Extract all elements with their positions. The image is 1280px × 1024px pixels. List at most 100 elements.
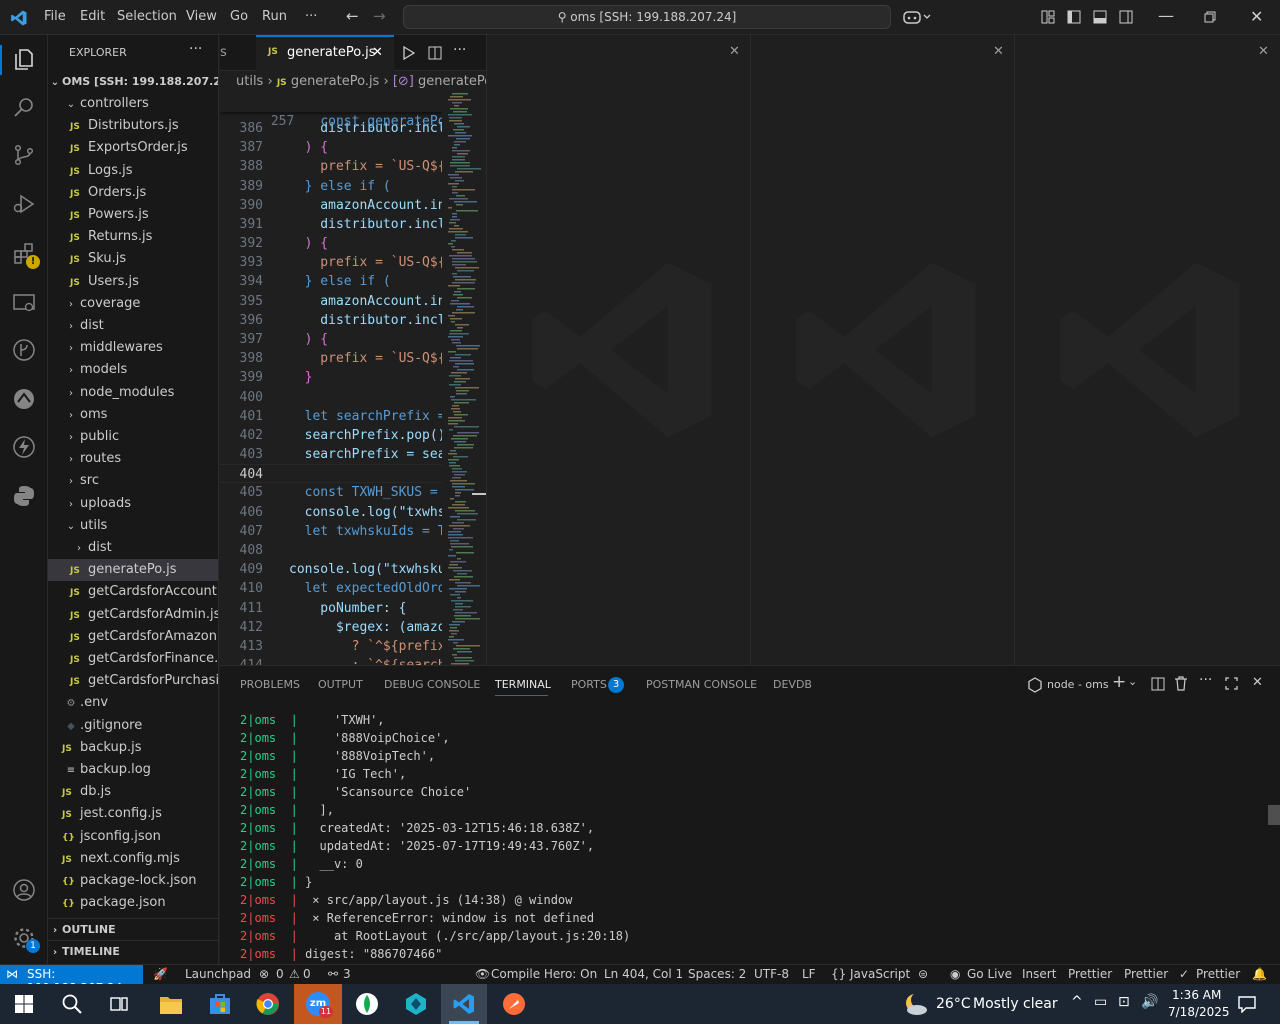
tree-item[interactable]: JS generatePo.js bbox=[48, 559, 218, 582]
tree-item[interactable]: JS Distributors.js bbox=[48, 115, 218, 137]
code-line[interactable]: 397 ) { bbox=[220, 330, 442, 349]
tree-item[interactable]: › coverage bbox=[48, 293, 218, 315]
tree-item[interactable]: {} jsconfig.json bbox=[48, 826, 218, 848]
tree-item[interactable]: JS getCardsforAccount.js bbox=[48, 581, 218, 603]
tree-item[interactable]: › src bbox=[48, 470, 218, 492]
insert-mode[interactable]: Insert bbox=[1022, 967, 1056, 981]
code-line[interactable]: 395 amazonAccount.in bbox=[220, 292, 442, 311]
copilot-status-icon[interactable]: ⊜ bbox=[918, 967, 928, 981]
tree-item[interactable]: JS db.js bbox=[48, 781, 218, 803]
volume-icon[interactable]: 🔊 bbox=[1141, 994, 1158, 1010]
prettier-1[interactable]: Prettier bbox=[1068, 967, 1112, 981]
gitlens-icon[interactable] bbox=[12, 387, 36, 411]
tree-item[interactable]: › oms bbox=[48, 404, 218, 426]
warning-count[interactable]: 0 bbox=[303, 967, 311, 981]
tree-item[interactable]: JS Users.js bbox=[48, 271, 218, 293]
explorer-more-icon[interactable]: ··· bbox=[189, 41, 202, 57]
close-window-icon[interactable]: ✕ bbox=[1250, 7, 1263, 26]
code-line[interactable]: 389 } else if ( bbox=[220, 177, 442, 196]
postman-icon[interactable] bbox=[502, 992, 526, 1016]
tree-item[interactable]: JS getCardsforAmazon.js bbox=[48, 626, 218, 648]
tree-item[interactable]: › public bbox=[48, 426, 218, 448]
chrome-icon[interactable] bbox=[256, 992, 280, 1016]
file-explorer-icon[interactable] bbox=[159, 993, 183, 1015]
menu-run[interactable]: Run bbox=[262, 9, 287, 24]
notifications-bell-icon[interactable]: 🔔 bbox=[1252, 967, 1267, 981]
customize-layout-icon[interactable] bbox=[1041, 10, 1055, 24]
menu-go[interactable]: Go bbox=[230, 9, 248, 24]
run-file-icon[interactable] bbox=[403, 46, 415, 60]
breadcrumb-folder[interactable]: utils bbox=[236, 74, 263, 89]
tab-debug-console[interactable]: DEBUG CONSOLE bbox=[384, 678, 480, 691]
forward-arrow-icon[interactable]: → bbox=[373, 7, 386, 25]
code-line[interactable]: 402 searchPrefix.pop() bbox=[220, 426, 442, 445]
tree-item[interactable]: ≡ backup.log bbox=[48, 759, 218, 781]
battery-icon[interactable]: ▭ bbox=[1094, 994, 1107, 1010]
code-line[interactable]: 400 bbox=[220, 388, 442, 407]
tree-item[interactable]: ⚙ .env bbox=[48, 692, 218, 714]
tree-item[interactable]: {} package.json bbox=[48, 892, 218, 914]
panel-more-icon[interactable]: ··· bbox=[1199, 672, 1212, 688]
source-control-icon[interactable] bbox=[12, 143, 36, 167]
code-line[interactable]: 412 $regex: (amazo bbox=[220, 618, 442, 637]
editor-more-icon[interactable]: ··· bbox=[453, 42, 466, 58]
previous-tab-fragment[interactable]: s bbox=[220, 45, 227, 60]
workspace-root[interactable]: ⌄ OMS [SSH: 199.188.207.24] bbox=[48, 71, 218, 93]
language-mode[interactable]: JavaScript bbox=[850, 967, 910, 981]
code-line[interactable]: 411 poNumber: { bbox=[220, 599, 442, 618]
show-hidden-icons-chevron-icon[interactable]: ^ bbox=[1071, 994, 1083, 1010]
terminal-name[interactable]: node - oms bbox=[1047, 678, 1109, 691]
task-view-icon[interactable] bbox=[110, 995, 128, 1013]
restore-window-icon[interactable] bbox=[1204, 11, 1216, 23]
network-icon[interactable]: ⊡ bbox=[1118, 994, 1130, 1010]
code-line[interactable]: 390 amazonAccount.in bbox=[220, 196, 442, 215]
launchpad-item[interactable]: Launchpad bbox=[185, 967, 251, 981]
code-line[interactable]: 387 ) { bbox=[220, 138, 442, 157]
clock-date[interactable]: 7/18/2025 bbox=[1168, 1005, 1230, 1019]
tab-ports[interactable]: PORTS bbox=[571, 678, 607, 691]
tree-item[interactable]: JS Powers.js bbox=[48, 204, 218, 226]
code-line[interactable]: 410 let expectedOldOrd bbox=[220, 579, 442, 598]
code-line[interactable]: 388 prefix = `US-Q${ bbox=[220, 157, 442, 176]
tree-item[interactable]: JS Sku.js bbox=[48, 248, 218, 270]
tree-item[interactable]: › middlewares bbox=[48, 337, 218, 359]
code-editor[interactable]: 257const generatePo = a 386 distributor.… bbox=[220, 93, 442, 665]
code-line[interactable]: 396 distributor.incl bbox=[220, 311, 442, 330]
code-line[interactable]: 413 ? `^${prefix bbox=[220, 637, 442, 656]
tree-item[interactable]: › dist bbox=[48, 537, 218, 559]
tree-item[interactable]: JS getCardsforPurchasi... bbox=[48, 670, 218, 692]
encoding[interactable]: UTF-8 bbox=[754, 967, 789, 981]
tree-item[interactable]: › routes bbox=[48, 448, 218, 470]
prettier-3[interactable]: Prettier bbox=[1196, 967, 1240, 981]
tree-item[interactable]: JS getCardsforAdmin.js bbox=[48, 604, 218, 626]
menu-more[interactable]: ··· bbox=[305, 9, 317, 24]
timeline-section[interactable]: › TIMELINE bbox=[48, 941, 218, 963]
mongodb-compass-icon[interactable] bbox=[355, 992, 379, 1016]
tree-item[interactable]: › uploads bbox=[48, 493, 218, 515]
toggle-secondary-sidebar-icon[interactable] bbox=[1119, 10, 1133, 24]
weather-description[interactable]: Mostly clear bbox=[973, 996, 1058, 1012]
run-debug-icon[interactable] bbox=[12, 192, 36, 216]
toggle-sidebar-icon[interactable] bbox=[1067, 10, 1081, 24]
terminal-scrollbar[interactable] bbox=[1268, 711, 1280, 963]
tab-devdb[interactable]: DEVDB bbox=[773, 678, 812, 691]
copilot-icon[interactable] bbox=[903, 9, 931, 25]
compile-hero-status[interactable]: Compile Hero: On bbox=[491, 967, 597, 981]
code-line[interactable]: 407 let txwhskuIds = T bbox=[220, 522, 442, 541]
weather-temp[interactable]: 26°C bbox=[936, 996, 971, 1012]
kill-terminal-trash-icon[interactable] bbox=[1174, 676, 1188, 691]
code-line[interactable]: 401 let searchPrefix = bbox=[220, 407, 442, 426]
outline-section[interactable]: › OUTLINE bbox=[48, 919, 218, 941]
close-tab-icon[interactable]: ✕ bbox=[372, 45, 383, 60]
code-line[interactable]: 392 ) { bbox=[220, 234, 442, 253]
accounts-icon[interactable] bbox=[12, 878, 36, 902]
back-arrow-icon[interactable]: ← bbox=[346, 7, 359, 25]
menu-selection[interactable]: Selection bbox=[117, 9, 177, 24]
terminal-output[interactable]: 2|oms | 'TXWH', 2|oms | '888VoipChoice', 2… bbox=[220, 711, 1260, 963]
tree-item[interactable]: ◆ .gitignore bbox=[48, 715, 218, 737]
close-group-icon[interactable]: ✕ bbox=[1258, 44, 1269, 59]
breadcrumb-file[interactable]: generatePo.js bbox=[291, 74, 380, 89]
code-line[interactable]: 406 console.log("txwhs bbox=[220, 503, 442, 522]
git-graph-icon[interactable] bbox=[12, 338, 36, 362]
tab-problems[interactable]: PROBLEMS bbox=[240, 678, 300, 691]
